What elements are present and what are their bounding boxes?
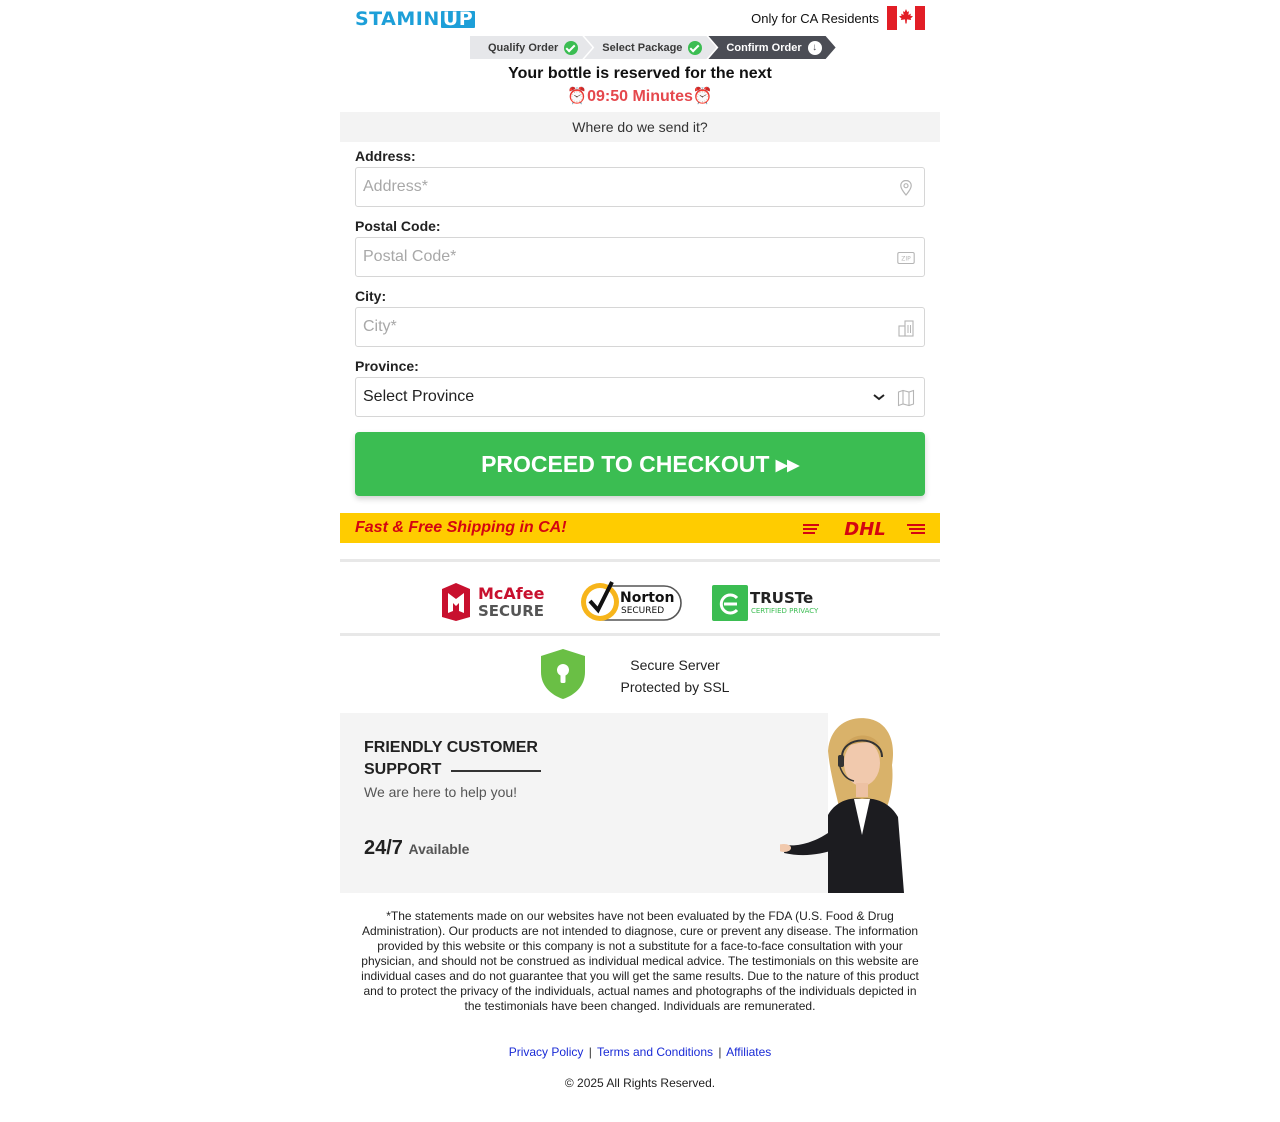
checkout-steps: Qualify Order Select Package Confirm Ord…	[470, 36, 836, 59]
svg-text:SECURED: SECURED	[621, 606, 664, 616]
canada-flag-icon	[887, 6, 925, 30]
step-select-package: Select Package	[584, 36, 716, 59]
ssl-line1: Secure Server	[630, 657, 720, 673]
city-label: City:	[355, 288, 387, 304]
shipping-text: Fast & Free Shipping in CA!	[355, 519, 567, 536]
ca-residents-notice: Only for CA Residents	[751, 11, 879, 26]
postal-code-field: ZIP	[355, 237, 925, 277]
step-confirm-order: Confirm Order ↓	[708, 36, 835, 59]
svg-text:TRUSTe: TRUSTe	[750, 589, 813, 607]
divider	[340, 559, 940, 562]
proceed-to-checkout-button[interactable]: PROCEED TO CHECKOUT ▸▸	[355, 432, 925, 496]
logo-box-text: UP	[440, 7, 476, 30]
countdown-timer: ⏰09:50 Minutes⏰	[340, 86, 940, 106]
check-icon	[688, 41, 702, 55]
privacy-policy-link[interactable]: Privacy Policy	[509, 1045, 584, 1059]
copyright: © 2025 All Rights Reserved.	[564, 1076, 716, 1090]
affiliates-link[interactable]: Affiliates	[726, 1045, 771, 1059]
postal-code-input[interactable]	[356, 238, 876, 276]
dhl-logo: DHL	[803, 520, 925, 537]
ssl-text: Secure Server Protected by SSL	[615, 654, 735, 698]
header: STAMIN UP Only for CA Residents	[340, 0, 940, 36]
step-label: Confirm Order	[726, 41, 802, 54]
svg-text:DHL: DHL	[844, 520, 885, 537]
truste-certified-badge: TRUSTe CERTIFIED PRIVACY	[712, 585, 819, 621]
postal-code-label: Postal Code:	[355, 218, 441, 234]
secure-server-block: Secure Server Protected by SSL	[540, 648, 740, 700]
support-title-line1: FRIENDLY CUSTOMER	[364, 739, 538, 756]
address-field	[355, 167, 925, 207]
norton-secured-badge: Norton SECURED	[581, 581, 682, 621]
alarm-clock-icon: ⏰	[692, 88, 713, 105]
support-available-label: Available	[408, 841, 470, 857]
address-input[interactable]	[356, 168, 876, 206]
buildings-icon	[898, 320, 914, 337]
terms-link[interactable]: Terms and Conditions	[597, 1045, 713, 1059]
customer-support-panel: FRIENDLY CUSTOMER SUPPORT We are here to…	[340, 713, 940, 893]
trust-badges: McAfee SECURE Norton SECURED TRUSTe CERT…	[340, 575, 940, 627]
reserve-text: Your bottle is reserved for the next	[508, 65, 772, 82]
check-icon	[564, 41, 578, 55]
footer-links: Privacy Policy | Terms and Conditions | …	[340, 1045, 940, 1059]
form-heading: Where do we send it?	[340, 112, 940, 142]
arrow-down-circle-icon: ↓	[808, 41, 822, 55]
zip-icon: ZIP	[897, 251, 915, 265]
map-icon	[897, 389, 915, 407]
map-pin-icon	[900, 179, 912, 196]
svg-text:McAfee: McAfee	[478, 584, 545, 603]
link-separator: |	[718, 1045, 722, 1059]
address-label: Address:	[355, 148, 416, 164]
link-separator: |	[588, 1045, 592, 1059]
svg-text:ZIP: ZIP	[901, 256, 911, 263]
staminup-logo[interactable]: STAMIN UP	[355, 7, 476, 30]
svg-text:Norton: Norton	[620, 590, 675, 606]
province-selected-value: Select Province	[363, 388, 475, 405]
province-label: Province:	[355, 358, 419, 374]
shield-lock-icon	[541, 649, 585, 699]
svg-text:CERTIFIED PRIVACY: CERTIFIED PRIVACY	[751, 607, 819, 615]
province-select[interactable]: Select Province	[355, 377, 925, 417]
step-label: Select Package	[602, 41, 683, 54]
support-subtitle: We are here to help you!	[364, 784, 518, 800]
logo-text: STAMIN	[355, 8, 440, 30]
timer-value: 09:50 Minutes	[587, 88, 693, 105]
city-input[interactable]	[356, 308, 876, 346]
support-hours-value: 24/7	[364, 837, 403, 859]
fda-disclaimer: *The statements made on our websites hav…	[361, 909, 919, 1013]
city-field	[355, 307, 925, 347]
ssl-line2: Protected by SSL	[620, 679, 730, 695]
chevron-down-icon	[873, 394, 885, 401]
step-qualify-order: Qualify Order	[470, 36, 592, 59]
mcafee-secure-badge: McAfee SECURE	[442, 583, 545, 621]
support-title-underline	[451, 770, 541, 772]
support-hours: 24/7 Available	[364, 837, 469, 860]
support-title: FRIENDLY CUSTOMER SUPPORT	[364, 737, 564, 781]
step-label: Qualify Order	[488, 41, 559, 54]
alarm-clock-icon: ⏰	[567, 88, 588, 105]
svg-text:SECURE: SECURE	[478, 602, 544, 620]
divider	[340, 633, 940, 636]
checkout-page: STAMIN UP Only for CA Residents Qualify …	[340, 0, 940, 1090]
support-agent-image	[780, 713, 940, 893]
shipping-banner: Fast & Free Shipping in CA! DHL	[340, 513, 940, 543]
